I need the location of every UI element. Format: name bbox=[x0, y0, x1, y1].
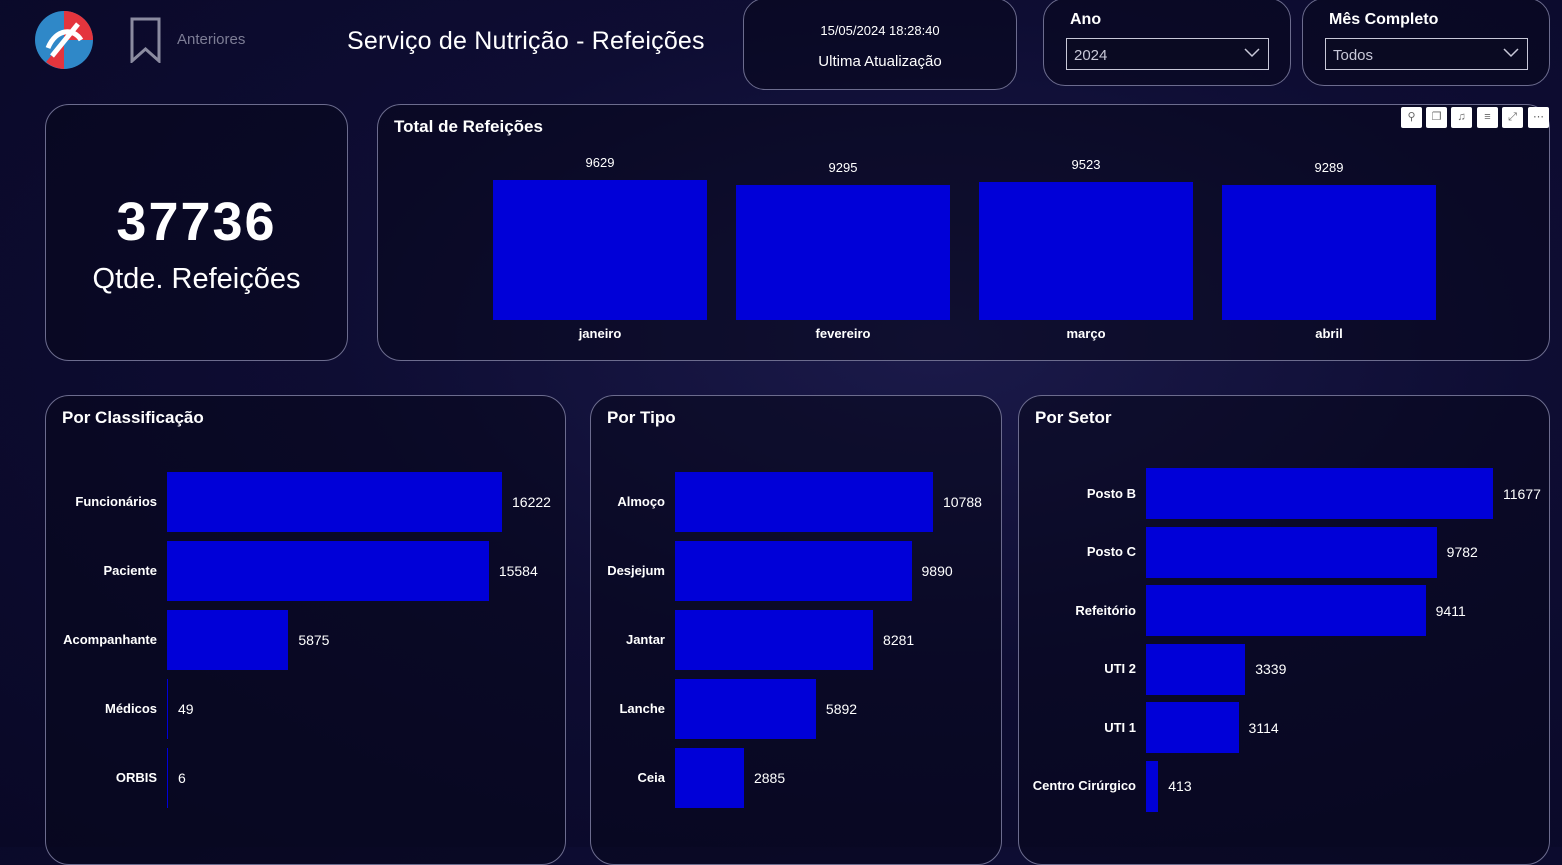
bar bbox=[675, 748, 744, 808]
bar bbox=[1146, 702, 1239, 753]
category-label: UTI 1 bbox=[1104, 719, 1136, 735]
kpi-label: Qtde. Refeições bbox=[92, 263, 301, 295]
category-label: Almoço bbox=[617, 494, 665, 509]
category-label: Lanche bbox=[619, 701, 665, 716]
bar bbox=[675, 472, 933, 532]
bar bbox=[675, 679, 816, 739]
last-update-card: 15/05/2024 18:28:40 Ultima Atualização bbox=[743, 0, 1017, 90]
anteriores-button[interactable]: Anteriores bbox=[177, 31, 245, 48]
data-label: 49 bbox=[178, 701, 194, 717]
data-label: 9295 bbox=[828, 159, 858, 175]
bell-icon[interactable]: ♫ bbox=[1451, 107, 1472, 128]
data-label: 9289 bbox=[1314, 159, 1344, 175]
data-label: 2885 bbox=[753, 770, 786, 786]
bar bbox=[1146, 760, 1159, 812]
page-title: Serviço de Nutrição - Refeições bbox=[347, 27, 705, 55]
month-filter-label: Mês Completo bbox=[1329, 11, 1439, 28]
more-options-icon[interactable]: ⋯ bbox=[1528, 107, 1549, 128]
chart-title: Por Classificação bbox=[62, 408, 204, 427]
category-label: UTI 2 bbox=[1104, 661, 1136, 676]
por-tipo-card: Por Tipo Almoço 10788 Desjejum 9890 Jantar 82… bbox=[590, 395, 1002, 865]
data-label: 15584 bbox=[498, 563, 538, 579]
bar bbox=[167, 472, 502, 532]
chart-title: Por Setor bbox=[1035, 408, 1112, 427]
bar bbox=[675, 610, 874, 670]
category-label: abril bbox=[1315, 326, 1343, 341]
chevron-down-icon bbox=[1503, 48, 1519, 58]
bar bbox=[1146, 468, 1493, 519]
data-label: 9890 bbox=[921, 563, 953, 579]
month-filter-card: Mês Completo Todos bbox=[1302, 0, 1550, 86]
bar bbox=[1146, 643, 1246, 695]
bar bbox=[167, 610, 289, 670]
data-label: 16222 bbox=[512, 494, 551, 510]
kpi-card: 37736 Qtde. Refeições bbox=[45, 104, 348, 361]
bar bbox=[167, 541, 489, 601]
total-refeicoes-card: Total de Refeições 9629 janeiro 9295 fevere… bbox=[377, 104, 1550, 361]
category-label: Funcionários bbox=[75, 494, 157, 509]
category-label: fevereiro bbox=[815, 326, 871, 341]
category-label: março bbox=[1066, 326, 1106, 341]
column-bar bbox=[1222, 184, 1436, 320]
por-setor-card: Por Setor Posto B 11677 Posto C 9782 Refeitó… bbox=[1018, 395, 1550, 865]
category-label: Ceia bbox=[637, 770, 665, 785]
category-label: Jantar bbox=[625, 632, 665, 647]
pin-icon[interactable]: ⚲ bbox=[1401, 107, 1422, 128]
bar bbox=[1146, 585, 1426, 636]
data-label: 5892 bbox=[825, 701, 858, 717]
kpi-value: 37736 bbox=[116, 192, 277, 252]
data-label: 413 bbox=[1168, 778, 1192, 794]
bar bbox=[167, 679, 168, 739]
month-select[interactable]: Todos bbox=[1325, 38, 1528, 70]
category-label: Médicos bbox=[104, 701, 157, 716]
bar bbox=[167, 748, 168, 808]
data-label: 6 bbox=[178, 770, 186, 786]
filter-icon[interactable]: ≡ bbox=[1477, 107, 1498, 128]
column-bar bbox=[979, 181, 1193, 320]
category-label: Posto B bbox=[1086, 485, 1136, 501]
chart-title: Por Tipo bbox=[607, 408, 676, 427]
category-label: Paciente bbox=[103, 563, 157, 578]
column-bar bbox=[493, 180, 707, 320]
data-label: 3339 bbox=[1255, 661, 1287, 677]
focus-mode-icon[interactable]: ⤢ bbox=[1502, 107, 1523, 128]
year-filter-card: Ano 2024 bbox=[1043, 0, 1291, 86]
year-filter-label: Ano bbox=[1070, 11, 1102, 28]
last-update-timestamp: 15/05/2024 18:28:40 bbox=[820, 23, 940, 38]
data-label: 3114 bbox=[1248, 719, 1279, 736]
chart-title: Total de Refeições bbox=[394, 117, 543, 136]
data-label: 11677 bbox=[1503, 485, 1541, 502]
month-select-value: Todos bbox=[1333, 47, 1374, 64]
category-label: Refeitório bbox=[1075, 602, 1136, 618]
data-label: 5875 bbox=[298, 632, 330, 648]
category-label: Centro Cirúrgico bbox=[1032, 778, 1136, 793]
data-label: 9411 bbox=[1435, 602, 1466, 619]
category-label: ORBIS bbox=[115, 770, 157, 785]
last-update-label: Ultima Atualização bbox=[818, 53, 942, 70]
logo-icon bbox=[34, 10, 94, 70]
category-label: Acompanhante bbox=[63, 632, 157, 647]
category-label: janeiro bbox=[578, 326, 622, 341]
bar bbox=[675, 541, 912, 601]
category-label: Posto C bbox=[1086, 544, 1136, 559]
data-label: 9629 bbox=[585, 155, 615, 170]
visual-toolbar: ⚲ ❐ ♫ ≡ ⤢ ⋯ bbox=[1401, 104, 1549, 128]
column-bar bbox=[736, 184, 950, 320]
data-label: 9782 bbox=[1446, 544, 1478, 560]
chevron-down-icon bbox=[1244, 48, 1260, 58]
category-label: Desjejum bbox=[607, 563, 665, 578]
year-select-value: 2024 bbox=[1074, 47, 1108, 64]
por-classificacao-card: Por Classificação Funcionários 16222 Pacie… bbox=[45, 395, 566, 865]
copy-icon[interactable]: ❐ bbox=[1426, 107, 1447, 128]
bar bbox=[1146, 526, 1437, 578]
data-label: 8281 bbox=[883, 632, 915, 648]
year-select[interactable]: 2024 bbox=[1066, 38, 1269, 70]
data-label: 10788 bbox=[943, 494, 982, 510]
bookmark-icon[interactable] bbox=[129, 17, 163, 65]
data-label: 9523 bbox=[1071, 156, 1101, 172]
